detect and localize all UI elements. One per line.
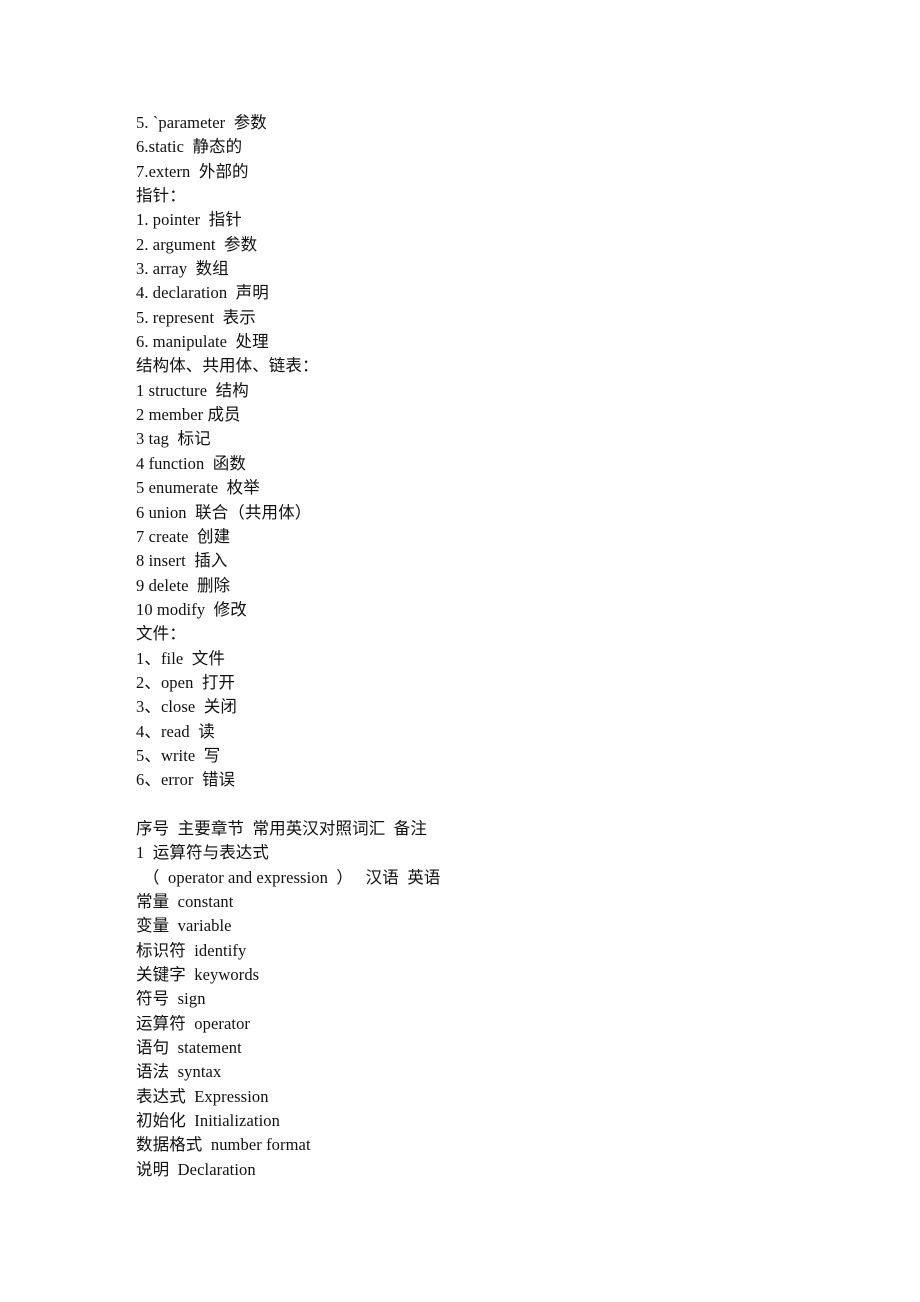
vocab-line: 常量 constant bbox=[136, 892, 234, 911]
text-line: 5. represent 表示 bbox=[136, 307, 256, 327]
text-line: 2、open 打开 bbox=[136, 672, 236, 692]
text-line: 4. declaration 声明 bbox=[136, 283, 269, 303]
vocab-line: 初始化 Initialization bbox=[136, 1111, 280, 1131]
text-line: 2. argument 参数 bbox=[136, 234, 258, 254]
vocab-line: 语法 syntax bbox=[136, 1062, 222, 1082]
text-line: 8 insert 插入 bbox=[136, 551, 228, 571]
section-heading-struct-union-list: 结构体、共用体、链表： bbox=[136, 356, 319, 376]
text-line: 6. manipulate 处理 bbox=[136, 332, 269, 352]
text-line: 3. array 数组 bbox=[136, 259, 229, 279]
text-line: 9 delete 删除 bbox=[136, 575, 231, 595]
document-page: 5. `parameter 参数 6.static 静态的 7.extern 外… bbox=[0, 0, 920, 1302]
vocab-line: 变量 variable bbox=[136, 916, 232, 936]
text-line: 6、error 错误 bbox=[136, 770, 236, 790]
text-line: 2 member 成员 bbox=[136, 405, 241, 425]
vocab-line: 标识符 identify bbox=[136, 940, 247, 960]
text-line: 6 union 联合（共用体） bbox=[136, 502, 312, 522]
vocab-line: 关键字 keywords bbox=[136, 965, 260, 985]
vocab-line: 运算符 operator bbox=[136, 1013, 251, 1033]
table-header-line: 序号 主要章节 常用英汉对照词汇 备注 bbox=[136, 818, 427, 838]
chapter-subtitle-line: （ operator and expression ） 汉语 英语 bbox=[143, 867, 441, 887]
section-heading-file: 文件： bbox=[136, 624, 186, 644]
text-line: 4、read 读 bbox=[136, 721, 215, 741]
text-line: 5、write 写 bbox=[136, 745, 221, 765]
vocab-line: 语句 statement bbox=[136, 1038, 242, 1058]
chapter-title-line: 1 运算符与表达式 bbox=[136, 843, 269, 863]
text-line: 7.extern 外部的 bbox=[136, 161, 249, 181]
text-line: 1. pointer 指针 bbox=[136, 210, 242, 230]
text-line: 4 function 函数 bbox=[136, 453, 247, 473]
section-heading-pointer: 指针： bbox=[136, 186, 186, 206]
vocab-line: 数据格式 number format bbox=[136, 1135, 311, 1155]
vocab-line: 表达式 Expression bbox=[136, 1086, 269, 1106]
text-line: 5. `parameter 参数 bbox=[136, 113, 267, 132]
document-text-body: 5. `parameter 参数 6.static 静态的 7.extern 外… bbox=[136, 111, 816, 1182]
text-line: 6.static 静态的 bbox=[136, 137, 243, 157]
vocab-line: 符号 sign bbox=[136, 989, 206, 1009]
text-line: 3 tag 标记 bbox=[136, 429, 211, 449]
vocab-line: 说明 Declaration bbox=[136, 1159, 256, 1179]
text-line: 10 modify 修改 bbox=[136, 599, 247, 619]
text-line: 3、close 关闭 bbox=[136, 697, 238, 717]
text-line: 1、file 文件 bbox=[136, 648, 225, 668]
text-line: 1 structure 结构 bbox=[136, 380, 249, 400]
text-line: 5 enumerate 枚举 bbox=[136, 478, 260, 498]
text-line: 7 create 创建 bbox=[136, 526, 231, 546]
